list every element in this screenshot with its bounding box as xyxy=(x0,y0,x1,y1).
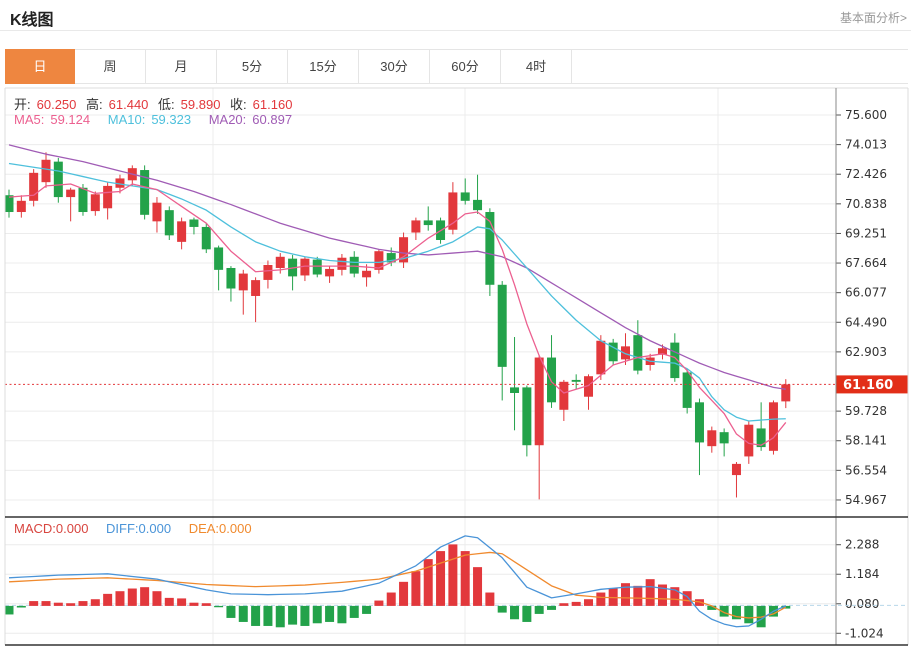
svg-text:58.141: 58.141 xyxy=(845,434,887,448)
svg-text:66.077: 66.077 xyxy=(845,286,887,300)
macd-value: MACD:0.000 xyxy=(14,521,88,536)
svg-text:74.013: 74.013 xyxy=(845,138,887,152)
ma10-value: 59.323 xyxy=(151,112,191,127)
open-label: 开: xyxy=(14,97,31,112)
svg-text:62.903: 62.903 xyxy=(845,345,887,359)
svg-text:70.838: 70.838 xyxy=(845,197,887,211)
svg-text:67.664: 67.664 xyxy=(845,256,887,270)
kline-page: K线图 基本面分析> 日 周 月 5分 15分 30分 60分 4时 75.60… xyxy=(0,0,911,647)
svg-text:64.490: 64.490 xyxy=(845,315,887,329)
svg-text:-1.024: -1.024 xyxy=(845,626,884,640)
close-value: 61.160 xyxy=(253,97,293,112)
svg-text:72.426: 72.426 xyxy=(845,167,887,181)
svg-text:75.600: 75.600 xyxy=(845,108,887,122)
svg-text:56.554: 56.554 xyxy=(845,463,887,477)
open-value: 60.250 xyxy=(37,97,77,112)
dea-value: DEA:0.000 xyxy=(189,521,252,536)
low-label: 低: xyxy=(158,97,175,112)
ma5-label: MA5: xyxy=(14,112,44,127)
close-label: 收: xyxy=(230,97,247,112)
high-label: 高: xyxy=(86,97,103,112)
ma-readout: MA5: 59.124 MA10: 59.323 MA20: 60.897 xyxy=(14,112,298,127)
svg-text:61.160: 61.160 xyxy=(843,378,893,393)
ma20-value: 60.897 xyxy=(252,112,292,127)
svg-text:69.251: 69.251 xyxy=(845,226,887,240)
macd-readout: MACD:0.000 DIFF:0.000 DEA:0.000 xyxy=(14,521,258,536)
ma20-label: MA20: xyxy=(209,112,247,127)
diff-value: DIFF:0.000 xyxy=(106,521,171,536)
svg-text:2.288: 2.288 xyxy=(845,538,879,552)
svg-text:0.080: 0.080 xyxy=(845,597,879,611)
ohlc-readout: 开: 60.250 高: 61.440 低: 59.890 收: 61.160 xyxy=(14,94,298,113)
svg-text:54.967: 54.967 xyxy=(845,493,887,507)
high-value: 61.440 xyxy=(109,97,149,112)
ma5-value: 59.124 xyxy=(50,112,90,127)
svg-text:59.728: 59.728 xyxy=(845,404,887,418)
low-value: 59.890 xyxy=(181,97,221,112)
ma10-label: MA10: xyxy=(108,112,146,127)
svg-text:1.184: 1.184 xyxy=(845,567,879,581)
